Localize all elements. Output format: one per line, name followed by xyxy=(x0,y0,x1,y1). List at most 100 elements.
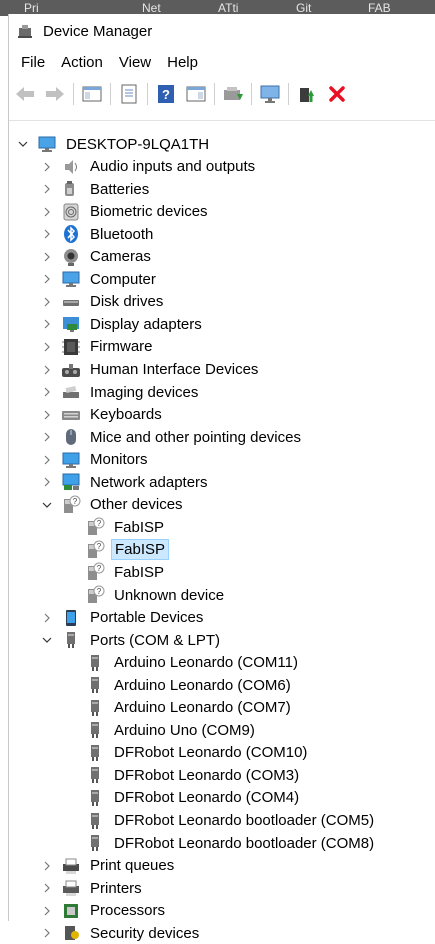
menu-action[interactable]: Action xyxy=(53,54,111,71)
computer-icon xyxy=(61,269,81,289)
menu-view[interactable]: View xyxy=(111,54,159,71)
port-icon xyxy=(85,765,105,785)
tree-item-label: Print queues xyxy=(90,857,175,875)
chevron-right-icon[interactable] xyxy=(41,471,53,493)
tree-item-label: Biometric devices xyxy=(90,203,208,221)
toolbar-separator xyxy=(110,83,111,105)
unknown-device-icon: ? xyxy=(85,517,105,537)
chevron-right-icon[interactable] xyxy=(41,178,53,200)
tree-item-label: Monitors xyxy=(90,451,148,469)
show-hide-console-tree-icon[interactable] xyxy=(80,82,104,106)
speaker-icon xyxy=(61,157,81,177)
chevron-right-icon[interactable] xyxy=(41,246,53,268)
menu-help[interactable]: Help xyxy=(159,54,206,71)
chevron-right-icon[interactable] xyxy=(41,201,53,223)
tree-item-label: DFRobot Leonardo bootloader (COM5) xyxy=(114,812,375,829)
port-icon xyxy=(85,743,105,763)
unknown-device-icon: ? xyxy=(85,585,105,605)
tree-item-label: Arduino Leonardo (COM11) xyxy=(114,654,298,672)
enable-device-icon[interactable] xyxy=(295,82,319,106)
tree-item-label: Arduino Leonardo (COM6) xyxy=(114,676,291,694)
port-icon xyxy=(85,675,105,695)
chevron-right-icon[interactable] xyxy=(41,900,53,922)
toolbar-separator xyxy=(214,83,215,105)
display-adapter-icon xyxy=(61,314,81,334)
chevron-right-icon[interactable] xyxy=(41,359,53,381)
menu-file[interactable]: File xyxy=(13,54,53,71)
disk-drive-icon xyxy=(61,292,81,312)
battery-icon xyxy=(61,179,81,199)
device-manager-window: Device Manager File Action View Help ? D… xyxy=(8,14,435,942)
keyboard-icon xyxy=(61,405,81,425)
camera-icon xyxy=(61,247,81,267)
tree-item-label: Mice and other pointing devices xyxy=(90,428,301,446)
help-icon[interactable]: ? xyxy=(154,82,178,106)
tree-item-label: Processors xyxy=(90,902,166,920)
chevron-right-icon[interactable] xyxy=(41,426,53,448)
svg-text:?: ? xyxy=(97,564,102,573)
chevron-down-icon[interactable] xyxy=(17,133,29,155)
tree-item-label: Other devices xyxy=(90,496,183,514)
port-icon xyxy=(61,630,81,650)
toolbar-separator xyxy=(147,83,148,105)
tree-item-label: Cameras xyxy=(90,248,151,266)
tree-item-label: Security devices xyxy=(90,924,200,942)
tree-item-label: DESKTOP-9LQA1TH xyxy=(66,135,210,153)
action-pane-icon[interactable] xyxy=(184,82,208,106)
chevron-right-icon[interactable] xyxy=(41,922,53,944)
hid-icon xyxy=(61,360,81,380)
monitor-icon xyxy=(61,450,81,470)
chevron-down-icon[interactable] xyxy=(41,494,53,516)
forward-icon[interactable] xyxy=(43,82,67,106)
chevron-down-icon[interactable] xyxy=(41,629,53,651)
port-icon xyxy=(85,833,105,853)
tree-item-label: Imaging devices xyxy=(90,383,199,401)
chevron-right-icon[interactable] xyxy=(41,313,53,335)
device-manager-app-icon xyxy=(17,23,33,39)
tree-item-label: Computer xyxy=(90,270,156,288)
chevron-right-icon[interactable] xyxy=(41,336,53,358)
portable-device-icon xyxy=(61,608,81,628)
tree-item-label: Disk drives xyxy=(90,293,164,311)
tree-item-label: DFRobot Leonardo (COM4) xyxy=(114,789,300,807)
chevron-right-icon[interactable] xyxy=(41,291,53,313)
port-icon xyxy=(85,788,105,808)
chevron-right-icon[interactable] xyxy=(41,156,53,178)
computer-icon xyxy=(37,134,57,154)
chevron-right-icon[interactable] xyxy=(41,449,53,471)
properties-icon[interactable] xyxy=(117,82,141,106)
chevron-right-icon[interactable] xyxy=(41,223,53,245)
bluetooth-icon xyxy=(61,224,81,244)
uninstall-device-icon[interactable] xyxy=(325,82,349,106)
device-tree: DESKTOP-9LQA1TH Audio inputs and outputs B… xyxy=(9,120,435,942)
tree-item-label: Printers xyxy=(90,879,142,897)
update-driver-icon[interactable] xyxy=(221,82,245,106)
chevron-right-icon[interactable] xyxy=(41,268,53,290)
title-bar[interactable]: Device Manager xyxy=(9,14,435,48)
unknown-device-icon: ? xyxy=(85,562,105,582)
tree-item-label: Display adapters xyxy=(90,315,202,333)
chevron-right-icon[interactable] xyxy=(41,855,53,877)
toolbar-separator xyxy=(251,83,252,105)
scan-hardware-icon[interactable] xyxy=(258,82,282,106)
tree-item-label: FabISP xyxy=(111,539,170,561)
print-queue-icon xyxy=(61,856,81,876)
chevron-right-icon[interactable] xyxy=(41,404,53,426)
tree-item-label: DFRobot Leonardo (COM10) xyxy=(114,744,308,762)
chevron-right-icon[interactable] xyxy=(41,877,53,899)
tree-item-label: Portable Devices xyxy=(90,609,204,627)
chevron-right-icon[interactable] xyxy=(41,607,53,629)
menu-bar: File Action View Help xyxy=(9,48,435,76)
tree-item-label: Unknown device xyxy=(114,586,225,604)
toolbar-separator xyxy=(73,83,74,105)
port-icon xyxy=(85,698,105,718)
unknown-device-icon: ? xyxy=(61,495,81,515)
firmware-chip-icon xyxy=(61,337,81,357)
tree-item-label: Arduino Uno (COM9) xyxy=(114,721,255,739)
port-icon xyxy=(85,653,105,673)
chevron-right-icon[interactable] xyxy=(41,381,53,403)
back-icon[interactable] xyxy=(13,82,37,106)
toolbar-separator xyxy=(288,83,289,105)
tree-item-label: DFRobot Leonardo bootloader (COM8) xyxy=(114,834,375,852)
tree-item-label: DFRobot Leonardo (COM3) xyxy=(114,766,300,784)
